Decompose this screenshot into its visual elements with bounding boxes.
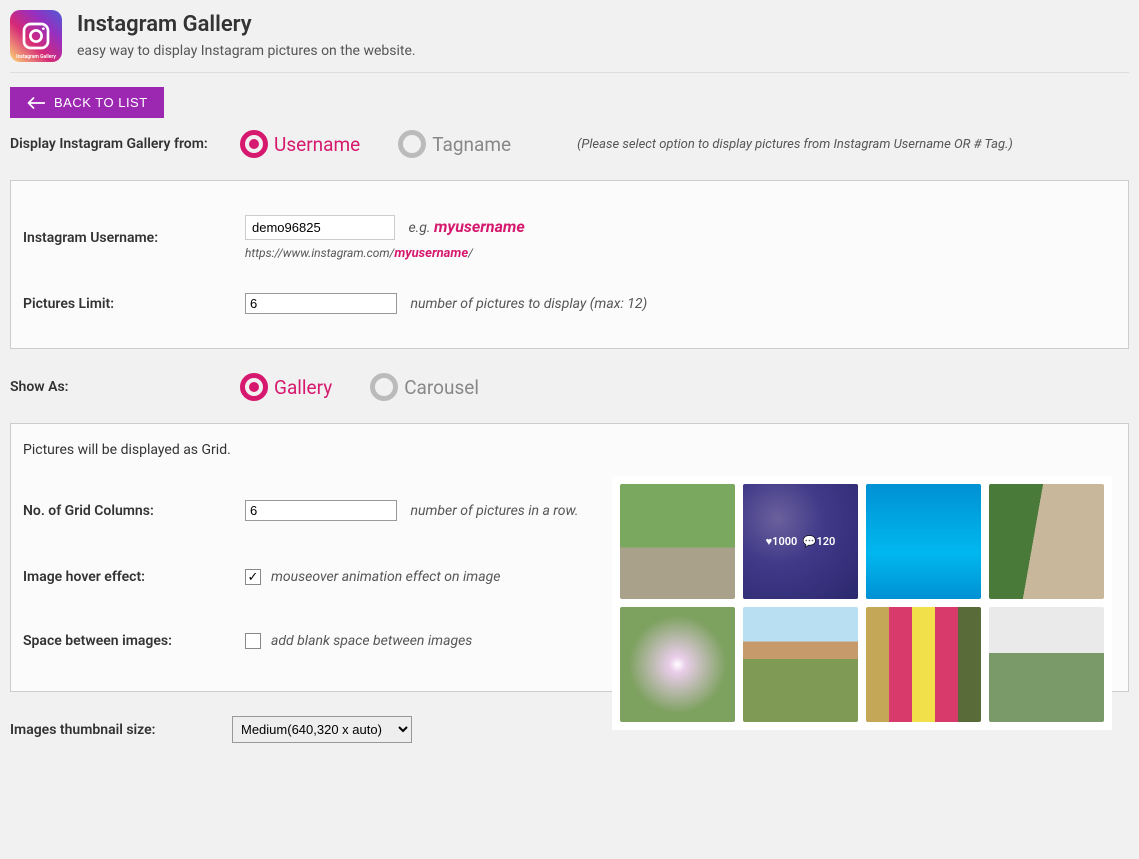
username-label: Instagram Username: [23,230,245,246]
radio-circle-icon [240,373,268,401]
back-to-list-button[interactable]: BACK TO LIST [10,87,164,118]
eg-value: myusername [434,217,525,236]
grid-panel: Pictures will be displayed as Grid. No. … [10,423,1129,692]
radio-carousel[interactable]: Carousel [370,373,479,401]
app-icon: Instagram Gallery [10,10,62,62]
eg-prefix: e.g. [408,220,430,236]
radio-circle-icon [370,373,398,401]
thumbsize-select[interactable]: Medium(640,320 x auto) [232,716,412,743]
radio-gallery[interactable]: Gallery [240,373,332,401]
source-hint: (Please select option to display picture… [577,137,1013,152]
radio-tagname[interactable]: Tagname [398,130,511,158]
page-title: Instagram Gallery [77,12,416,37]
limit-hint: number of pictures to display (max: 12) [410,296,647,312]
preview-thumb [989,607,1104,722]
columns-hint: number of pictures in a row. [410,503,578,519]
app-icon-caption: Instagram Gallery [16,54,56,60]
thumbsize-label: Images thumbnail size: [10,722,232,738]
preview-thumb [620,607,735,722]
header-divider [10,72,1129,73]
page-subtitle: easy way to display Instagram pictures o… [77,43,416,59]
hover-desc: mouseover animation effect on image [271,569,500,585]
back-button-label: BACK TO LIST [54,95,148,110]
spacing-checkbox[interactable] [245,633,261,649]
grid-intro: Pictures will be displayed as Grid. [23,442,1116,458]
username-panel: Instagram Username: e.g. myusername http… [10,180,1129,349]
columns-input[interactable] [245,500,397,521]
radio-tagname-label: Tagname [432,133,511,156]
preview-thumb [620,484,735,599]
limit-label: Pictures Limit: [23,296,245,312]
hover-checkbox[interactable] [245,569,261,585]
spacing-label: Space between images: [23,633,245,649]
radio-carousel-label: Carousel [404,376,479,399]
comment-icon: 💬 [803,535,817,548]
preview-thumb [866,484,981,599]
radio-gallery-label: Gallery [274,376,332,399]
arrow-left-icon [26,97,46,109]
columns-label: No. of Grid Columns: [23,503,245,519]
spacing-desc: add blank space between images [271,633,472,649]
source-label: Display Instagram Gallery from: [10,136,240,152]
preview-thumb [866,607,981,722]
username-input[interactable] [245,215,395,240]
preview-grid: ♥1000 💬120 [612,476,1112,730]
radio-circle-icon [240,130,268,158]
hover-label: Image hover effect: [23,569,245,585]
preview-thumb [989,484,1104,599]
preview-overlay: ♥1000 💬120 [743,484,858,599]
limit-input[interactable] [245,293,397,314]
preview-thumb [743,607,858,722]
radio-username[interactable]: Username [240,130,360,158]
username-url-hint: https://www.instagram.com/myusername/ [245,246,525,261]
radio-circle-icon [398,130,426,158]
radio-username-label: Username [274,133,360,156]
preview-thumb: ♥1000 💬120 [743,484,858,599]
showas-label: Show As: [10,379,240,395]
